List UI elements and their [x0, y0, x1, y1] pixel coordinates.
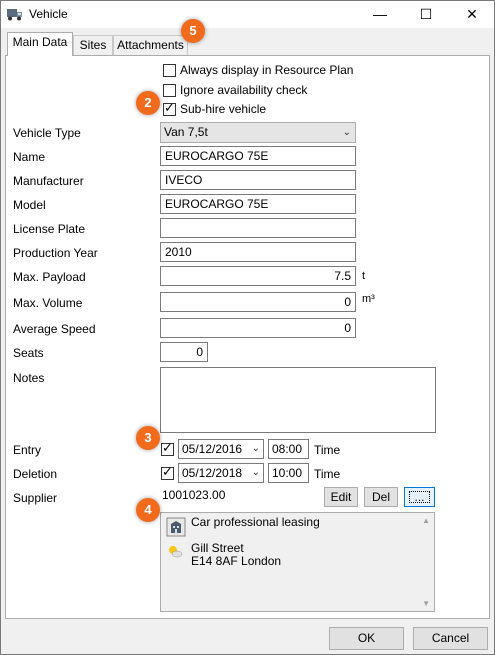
maximize-button[interactable]: ☐: [403, 1, 449, 27]
tab-attachments[interactable]: Attachments: [113, 35, 188, 55]
chevron-down-icon: ⌄: [342, 127, 351, 138]
supplier-browse-button[interactable]: ...: [404, 487, 435, 507]
manufacturer-field[interactable]: IVECO: [160, 170, 356, 190]
checkmark-icon: ✓: [162, 464, 173, 479]
supplier-label: Supplier: [13, 491, 58, 505]
ignore-availability-checkbox[interactable]: [163, 84, 176, 97]
deletion-date-picker[interactable]: 05/12/2018 ⌄: [178, 463, 264, 483]
name-label: Name: [13, 150, 46, 164]
sub-hire-label: Sub-hire vehicle: [180, 102, 267, 116]
max-payload-field[interactable]: 7.5: [160, 266, 356, 286]
main-data-panel: Always display in Resource Plan Ignore a…: [5, 55, 490, 619]
close-button[interactable]: ✕: [449, 1, 495, 27]
supplier-company: Car professional leasing: [191, 515, 320, 529]
supplier-scrollbar[interactable]: ▲ ▼: [417, 513, 434, 611]
truck-icon: [7, 9, 22, 21]
sub-hire-checkbox[interactable]: ✓: [163, 100, 176, 116]
notes-label: Notes: [13, 371, 45, 385]
browse-label: ...: [409, 491, 430, 503]
seats-label: Seats: [13, 346, 44, 360]
chevron-down-icon: ⌄: [251, 467, 260, 478]
supplier-number: 1001023.00: [162, 488, 226, 502]
always-display-checkbox[interactable]: [163, 64, 176, 77]
checkmark-icon: ✓: [162, 440, 173, 455]
callout-marker-2: 2: [136, 91, 160, 115]
supplier-edit-button[interactable]: Edit: [324, 487, 358, 507]
callout-marker-4: 4: [136, 498, 160, 522]
scroll-up-icon[interactable]: ▲: [422, 516, 430, 525]
title-bar: Vehicle — ☐ ✕: [1, 1, 494, 28]
tab-sites[interactable]: Sites: [73, 35, 113, 55]
callout-marker-5: 5: [181, 19, 205, 43]
supplier-delete-button[interactable]: Del: [364, 487, 398, 507]
vehicle-dialog: Vehicle — ☐ ✕ Main Data Sites Attachment…: [0, 0, 495, 655]
chevron-down-icon: ⌄: [251, 443, 260, 454]
deletion-time-field[interactable]: 10:00: [268, 463, 309, 483]
deletion-time-label: Time: [314, 467, 341, 481]
supplier-street: Gill Street: [191, 541, 244, 555]
supplier-city: E14 8AF London: [191, 554, 282, 568]
vehicle-type-value: Van 7,5t: [164, 125, 208, 139]
entry-date-value: 05/12/2016: [182, 442, 243, 456]
seats-field[interactable]: 0: [160, 342, 208, 362]
production-year-label: Production Year: [13, 246, 98, 260]
supplier-address-box: Car professional leasing Gill Street E14…: [160, 512, 435, 612]
always-display-label: Always display in Resource Plan: [180, 63, 354, 77]
average-speed-field[interactable]: 0: [160, 318, 356, 338]
entry-date-picker[interactable]: 05/12/2016 ⌄: [178, 439, 264, 459]
entry-time-label: Time: [314, 443, 341, 457]
vehicle-type-label: Vehicle Type: [13, 126, 81, 140]
checkmark-icon: ✓: [164, 100, 175, 115]
license-plate-label: License Plate: [13, 222, 86, 236]
model-field[interactable]: EUROCARGO 75E: [160, 194, 356, 214]
name-field[interactable]: EUROCARGO 75E: [160, 146, 356, 166]
cancel-button[interactable]: Cancel: [413, 627, 488, 650]
minimize-button[interactable]: —: [357, 1, 403, 27]
entry-label: Entry: [13, 443, 42, 457]
payload-unit: t: [362, 270, 366, 282]
ok-button[interactable]: OK: [329, 627, 404, 650]
production-year-field[interactable]: 2010: [160, 242, 356, 262]
deletion-label: Deletion: [13, 467, 58, 481]
entry-checkbox[interactable]: ✓: [161, 440, 174, 456]
manufacturer-label: Manufacturer: [13, 174, 84, 188]
entry-time-field[interactable]: 08:00: [268, 439, 309, 459]
ignore-availability-label: Ignore availability check: [180, 83, 308, 97]
volume-unit: m³: [362, 293, 375, 305]
building-icon: [166, 517, 186, 537]
license-plate-field[interactable]: [160, 218, 356, 238]
max-volume-label: Max. Volume: [13, 296, 83, 310]
max-payload-label: Max. Payload: [13, 270, 86, 284]
deletion-checkbox[interactable]: ✓: [161, 464, 174, 480]
tab-main-data[interactable]: Main Data: [7, 32, 73, 56]
callout-marker-3: 3: [136, 426, 160, 450]
scroll-down-icon[interactable]: ▼: [422, 599, 430, 608]
weather-icon: [169, 546, 183, 558]
average-speed-label: Average Speed: [13, 322, 96, 336]
model-label: Model: [13, 198, 46, 212]
max-volume-field[interactable]: 0: [160, 292, 356, 312]
vehicle-type-select[interactable]: Van 7,5t ⌄: [160, 122, 356, 143]
notes-textarea[interactable]: [160, 367, 436, 433]
window-title: Vehicle: [29, 7, 68, 21]
deletion-date-value: 05/12/2018: [182, 466, 243, 480]
